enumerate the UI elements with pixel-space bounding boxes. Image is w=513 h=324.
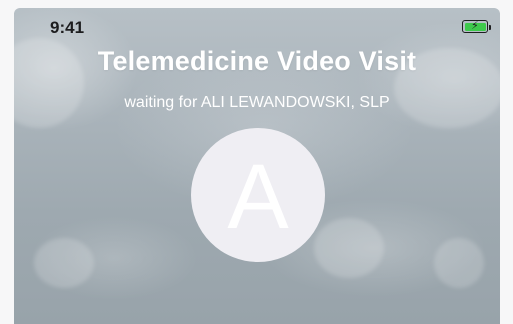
charging-bolt-icon: ⚡ bbox=[471, 20, 479, 32]
background-blur bbox=[34, 238, 94, 288]
device-frame: 9:41 ⚡ Telemedicine Video Visit waiting … bbox=[0, 0, 513, 324]
battery-nub bbox=[488, 24, 491, 30]
background-blur bbox=[314, 218, 384, 278]
video-call-screen: 9:41 ⚡ Telemedicine Video Visit waiting … bbox=[14, 8, 500, 324]
avatar-initial: A bbox=[227, 146, 289, 248]
battery-charging-icon: ⚡ bbox=[462, 20, 491, 33]
avatar: A bbox=[191, 128, 325, 262]
background-blur bbox=[434, 238, 484, 288]
waiting-status-text: waiting for ALI LEWANDOWSKI, SLP bbox=[124, 94, 390, 111]
status-bar-time: 9:41 bbox=[50, 18, 85, 37]
page-title: Telemedicine Video Visit bbox=[97, 46, 417, 76]
